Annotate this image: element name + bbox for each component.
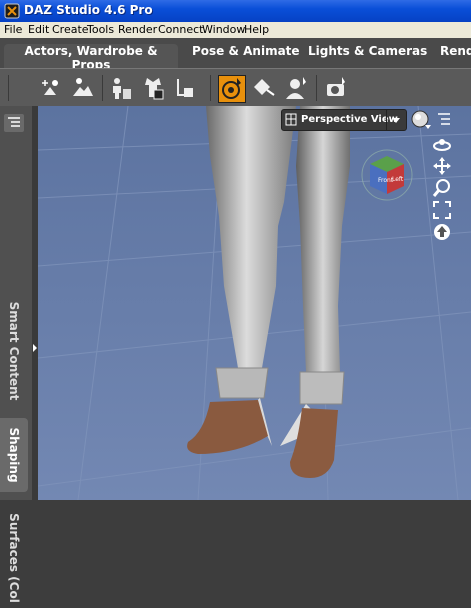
menu-tools[interactable]: Tools (87, 23, 114, 36)
add-environment-icon[interactable] (70, 75, 96, 101)
tool-bar (0, 68, 471, 107)
tab-lights-cameras[interactable]: Lights & Cameras (308, 44, 427, 68)
tab-shaping-label: Shaping (7, 427, 21, 483)
add-primitive-icon[interactable] (38, 75, 64, 101)
tab-actors-wardrobe-props[interactable]: Actors, Wardrobe & Props (4, 44, 178, 72)
chevron-down-icon[interactable] (386, 110, 405, 130)
activity-tab-bar: Actors, Wardrobe & Props Pose & Animate … (0, 38, 471, 72)
view-name: Perspective View (301, 114, 398, 125)
toolbar-separator (102, 75, 103, 101)
zoom-camera-icon[interactable] (432, 178, 452, 198)
menu-help[interactable]: Help (244, 23, 269, 36)
menu-bar: File Edit Create Tools Render Connect Wi… (0, 22, 471, 38)
tab-shaping[interactable]: Shaping (0, 418, 28, 492)
view-selector[interactable]: Perspective View (281, 109, 407, 131)
menu-connect[interactable]: Connect (158, 23, 203, 36)
menu-window[interactable]: Window (202, 23, 245, 36)
wardrobe-load-icon[interactable] (140, 75, 166, 101)
figure-load-icon[interactable] (108, 75, 134, 101)
toolbar-separator (210, 75, 211, 101)
tab-smart-content[interactable]: Smart Content (0, 296, 28, 406)
pane-options-icon[interactable] (4, 114, 24, 132)
toolbar-separator (8, 75, 9, 101)
window-title: DAZ Studio 4.6 Pro (24, 3, 153, 17)
node-selection-icon[interactable] (283, 75, 309, 101)
view-cube-icon[interactable]: Front Left (360, 148, 414, 202)
tab-pose-animate[interactable]: Pose & Animate (192, 44, 300, 68)
menu-edit[interactable]: Edit (28, 23, 49, 36)
left-pane-tabs: Smart Content Shaping Surfaces (Col (0, 106, 32, 603)
menu-render[interactable]: Render (118, 23, 157, 36)
orbit-camera-icon[interactable] (432, 134, 452, 154)
toolbar-separator (316, 75, 317, 101)
tab-surfaces[interactable]: Surfaces (Col (0, 508, 28, 608)
daz-app-icon (4, 3, 20, 19)
pan-camera-icon[interactable] (432, 156, 452, 176)
prop-load-icon[interactable] (172, 75, 198, 101)
grid-icon (285, 113, 297, 126)
viewport-options-icon[interactable] (434, 110, 454, 130)
tab-surfaces-label: Surfaces (Col (7, 513, 21, 603)
menu-file[interactable]: File (4, 23, 22, 36)
surface-selection-icon[interactable] (250, 75, 276, 101)
frame-selection-icon[interactable] (432, 200, 452, 220)
universal-tool-icon[interactable] (218, 75, 246, 103)
title-bar: DAZ Studio 4.6 Pro (0, 0, 471, 22)
menu-create[interactable]: Create (52, 23, 89, 36)
tab-render[interactable]: Rend (440, 44, 471, 68)
cube-left-label: Left (392, 176, 404, 183)
draw-style-icon[interactable] (410, 109, 432, 131)
3d-viewport[interactable]: Perspective View Front Left (38, 106, 471, 500)
tab-smart-content-label: Smart Content (7, 301, 21, 401)
home-camera-icon[interactable] (432, 222, 452, 242)
render-icon[interactable] (324, 75, 350, 101)
